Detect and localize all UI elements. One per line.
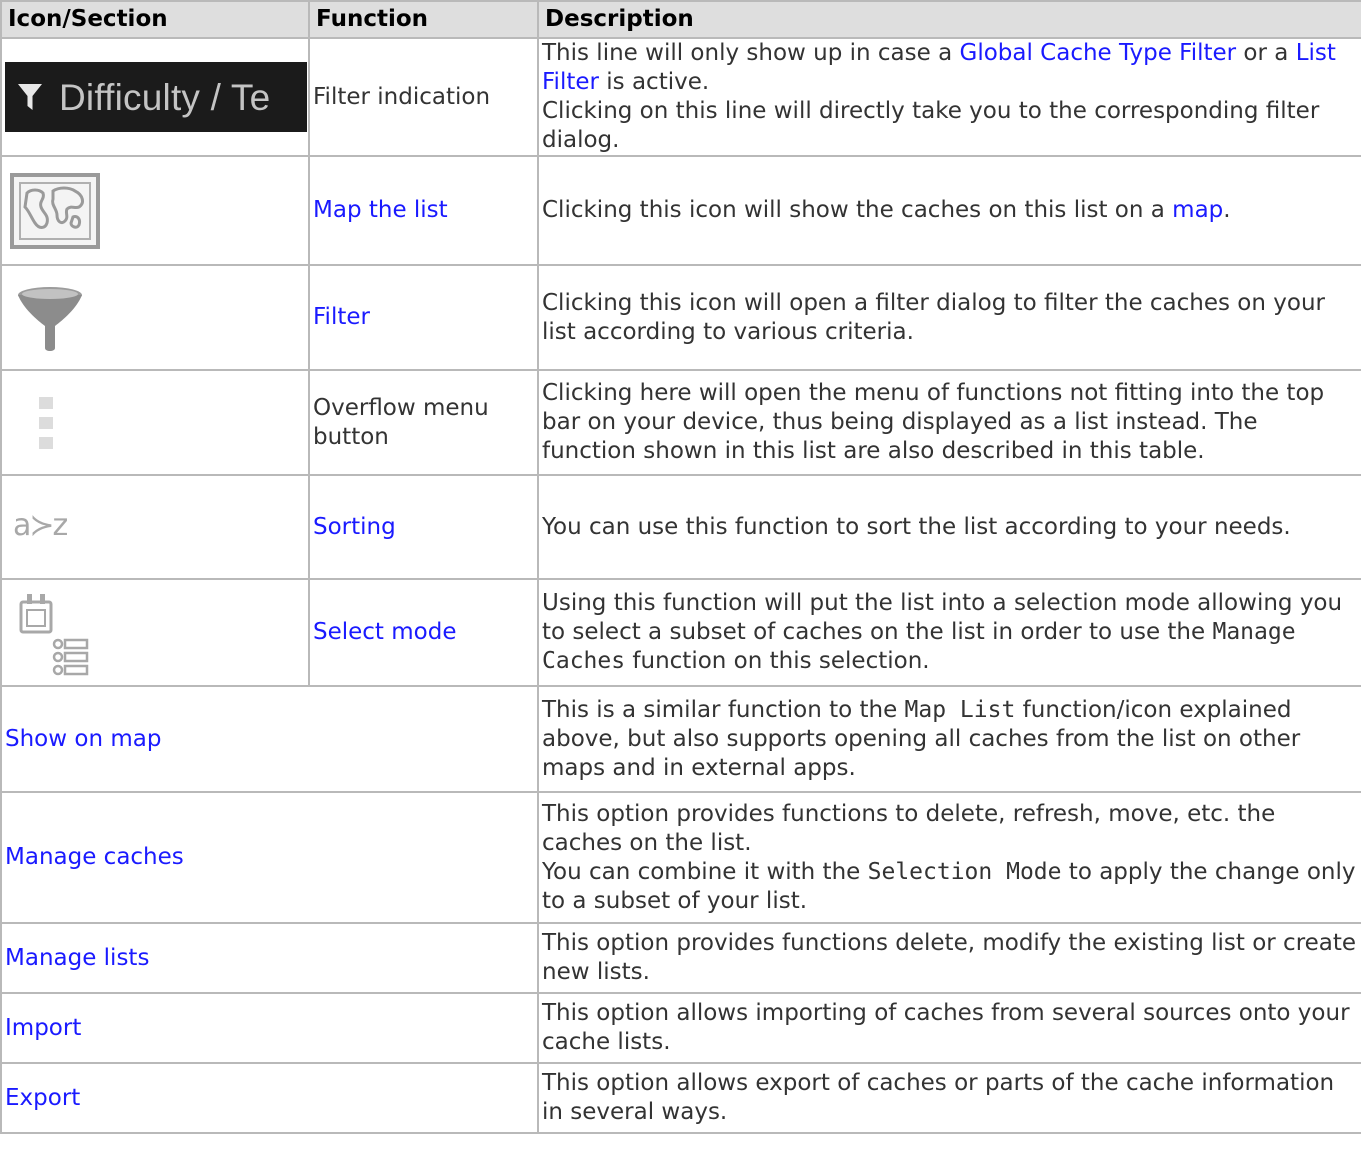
manage-lists-link[interactable]: Manage lists xyxy=(5,945,149,971)
table-row: Import This option allows importing of c… xyxy=(0,992,1361,1064)
description-text: You can combine it with the xyxy=(542,858,868,885)
global-cache-type-filter-link[interactable]: Global Cache Type Filter xyxy=(960,40,1237,66)
header-description: Description xyxy=(537,0,1361,39)
icon-cell: a≻z xyxy=(0,474,310,580)
table-row: a≻z Sorting You can use this function to… xyxy=(0,474,1361,580)
table-row: Overflow menu button Clicking here will … xyxy=(0,369,1361,476)
section-cell: Show on map xyxy=(0,685,539,793)
table-row: Map the list Clicking this icon will sho… xyxy=(0,155,1361,266)
code-map-list: Map List xyxy=(904,696,1016,723)
section-cell: Export xyxy=(0,1062,539,1134)
description-cell: This line will only show up in case a Gl… xyxy=(537,37,1361,157)
table-row: Filter Clicking this icon will open a fi… xyxy=(0,264,1361,371)
select-mode-icon xyxy=(19,593,89,675)
description-text: Clicking this icon will show the caches … xyxy=(542,197,1173,223)
function-cell: Filter indication xyxy=(308,37,539,157)
table-row: Manage caches This option provides funct… xyxy=(0,791,1361,924)
map-the-list-link[interactable]: Map the list xyxy=(313,197,448,223)
export-link[interactable]: Export xyxy=(5,1085,80,1111)
select-mode-link[interactable]: Select mode xyxy=(313,619,457,645)
description-text: . xyxy=(1223,197,1231,223)
description-cell: Using this function will put the list in… xyxy=(537,578,1361,687)
filter-funnel-icon xyxy=(18,84,42,110)
functions-table: Icon/Section Function Description Diffic… xyxy=(0,0,1361,1134)
import-link[interactable]: Import xyxy=(5,1015,81,1041)
icon-cell xyxy=(0,578,310,687)
function-cell: Map the list xyxy=(308,155,539,266)
description-text: function on this selection. xyxy=(625,648,930,674)
filter-link[interactable]: Filter xyxy=(313,304,370,330)
show-on-map-link[interactable]: Show on map xyxy=(5,726,161,752)
section-cell: Manage lists xyxy=(0,922,539,994)
funnel-icon xyxy=(18,286,82,351)
code-selection-mode: Selection Mode xyxy=(867,858,1062,885)
description-cell: This option allows export of caches or p… xyxy=(537,1062,1361,1134)
description-cell: Clicking this icon will show the caches … xyxy=(537,155,1361,266)
icon-cell: Difficulty / Te xyxy=(0,37,310,157)
description-text: Clicking on this line will directly take… xyxy=(542,98,1320,153)
table-row: Manage lists This option provides functi… xyxy=(0,922,1361,994)
icon-cell xyxy=(0,369,310,476)
table-row: Export This option allows export of cach… xyxy=(0,1062,1361,1134)
description-text: is active. xyxy=(598,69,710,95)
description-cell: This is a similar function to the Map Li… xyxy=(537,685,1361,793)
table-row: Select mode Using this function will put… xyxy=(0,578,1361,687)
header-function: Function xyxy=(308,0,539,39)
description-text: This line will only show up in case a xyxy=(542,40,960,66)
overflow-menu-icon xyxy=(39,396,53,449)
function-cell: Select mode xyxy=(308,578,539,687)
table-header-row: Icon/Section Function Description xyxy=(0,0,1361,39)
function-cell: Filter xyxy=(308,264,539,371)
manage-caches-link[interactable]: Manage caches xyxy=(5,844,184,870)
description-cell: Clicking here will open the menu of func… xyxy=(537,369,1361,476)
description-cell: You can use this function to sort the li… xyxy=(537,474,1361,580)
map-icon xyxy=(10,172,100,249)
section-cell: Manage caches xyxy=(0,791,539,924)
table-row: Show on map This is a similar function t… xyxy=(0,685,1361,793)
description-text: This is a similar function to the xyxy=(542,696,905,723)
sort-az-icon: a≻z xyxy=(13,508,68,543)
header-icon-section: Icon/Section xyxy=(0,0,310,39)
function-cell: Overflow menu button xyxy=(308,369,539,476)
section-cell: Import xyxy=(0,992,539,1064)
description-cell: This option provides functions to delete… xyxy=(537,791,1361,924)
description-cell: Clicking this icon will open a filter di… xyxy=(537,264,1361,371)
icon-cell xyxy=(0,264,310,371)
description-text: This option provides functions to delete… xyxy=(542,800,1276,856)
sorting-link[interactable]: Sorting xyxy=(313,514,396,540)
map-link[interactable]: map xyxy=(1172,197,1223,223)
description-cell: This option allows importing of caches f… xyxy=(537,992,1361,1064)
description-text: or a xyxy=(1236,40,1296,66)
description-cell: This option provides functions delete, m… xyxy=(537,922,1361,994)
filter-indication-bar[interactable]: Difficulty / Te xyxy=(5,62,307,132)
filter-indication-text: Difficulty / Te xyxy=(59,76,271,118)
function-cell: Sorting xyxy=(308,474,539,580)
table-row: Difficulty / Te Filter indication This l… xyxy=(0,37,1361,157)
icon-cell xyxy=(0,155,310,266)
